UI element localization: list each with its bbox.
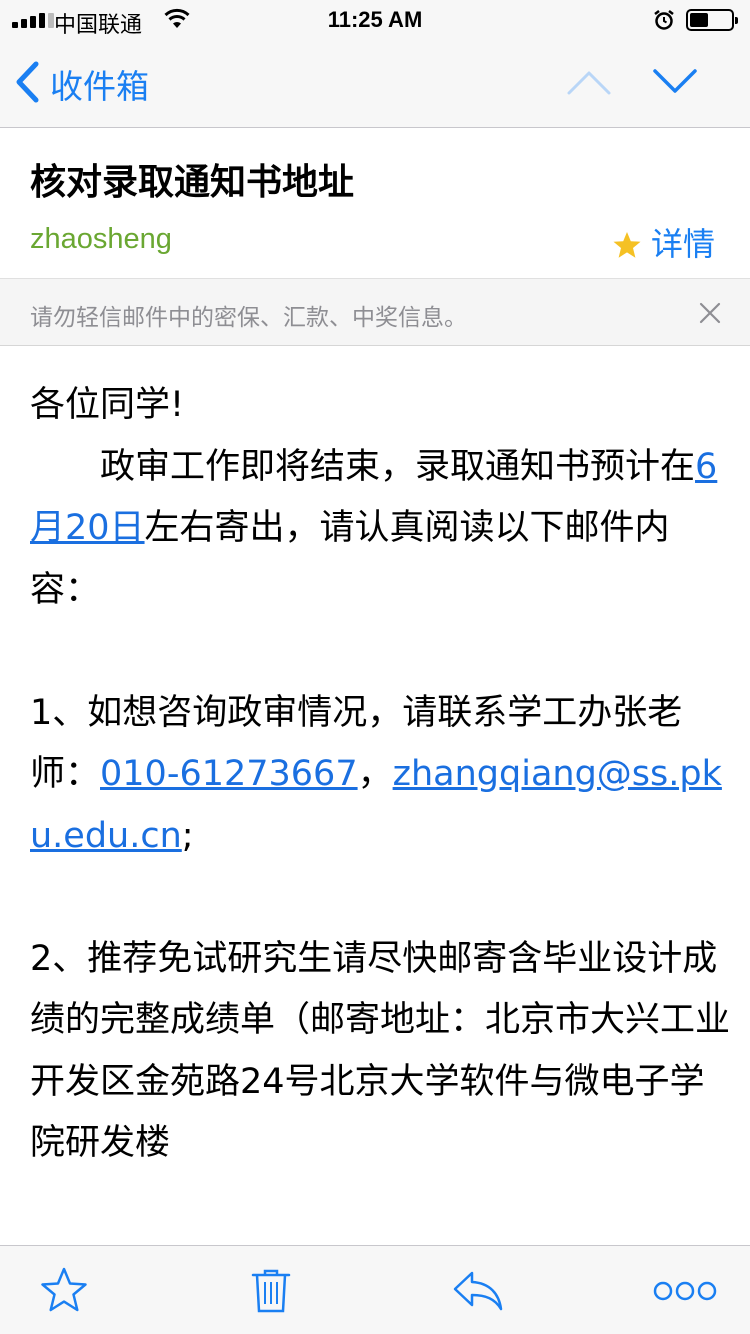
message-subject: 核对录取通知书地址 — [30, 162, 355, 203]
nav-bar: 收件箱 — [0, 40, 750, 128]
reply-icon[interactable] — [452, 1270, 504, 1316]
bottom-toolbar — [0, 1245, 750, 1334]
warning-text: 请勿轻信邮件中的密保、汇款、中奖信息。 — [30, 305, 467, 331]
sender-name[interactable]: zhaosheng — [30, 223, 172, 256]
phone-link[interactable]: 010-61273667 — [100, 754, 358, 794]
message-body: 各位同学! 政审工作即将结束，录取通知书预计在6月20日左右寄出，请认真阅读以下… — [30, 375, 730, 1175]
previous-message-icon[interactable] — [566, 62, 612, 106]
more-icon[interactable] — [653, 1280, 717, 1306]
message-header: 核对录取通知书地址 zhaosheng 详情 — [0, 128, 750, 278]
next-message-icon[interactable] — [652, 62, 698, 106]
trash-icon[interactable] — [250, 1268, 292, 1318]
greeting: 各位同学! — [30, 385, 185, 425]
close-icon[interactable] — [698, 301, 722, 329]
back-label: 收件箱 — [50, 67, 149, 106]
status-bar: 中国联通 11:25 AM — [0, 0, 750, 40]
separator: ， — [357, 754, 393, 794]
back-button[interactable]: 收件箱 — [14, 60, 149, 108]
list-item: 1、如想咨询政审情况，请联系学工办张老师：010-61273667，zhangq… — [30, 683, 730, 868]
warning-banner: 请勿轻信邮件中的密保、汇款、中奖信息。 — [0, 278, 750, 346]
details-button[interactable]: 详情 — [651, 219, 715, 265]
clock: 11:25 AM — [327, 7, 423, 32]
list-item: 2、推荐免试研究生请尽快邮寄含毕业设计成绩的完整成绩单（邮寄地址：北京市大兴工业… — [30, 938, 731, 1164]
battery-icon — [686, 9, 738, 31]
paragraph-text: 政审工作即将结束，录取通知书预计在 — [100, 446, 696, 487]
star-outline-icon[interactable] — [40, 1266, 88, 1318]
star-icon[interactable] — [612, 231, 642, 263]
back-chevron-icon — [14, 60, 40, 108]
punctuation: ; — [181, 815, 194, 856]
paragraph: 政审工作即将结束，录取通知书预计在6月20日左右寄出，请认真阅读以下邮件内容： — [30, 437, 730, 622]
alarm-icon — [653, 9, 675, 35]
